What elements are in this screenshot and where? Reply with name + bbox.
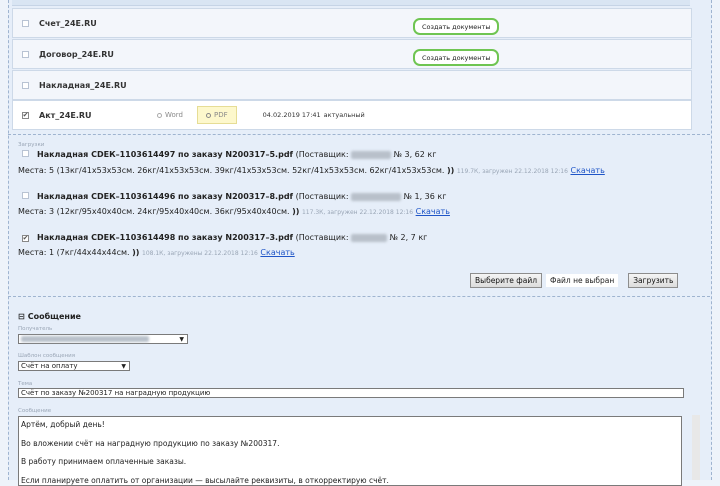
textarea-scrollbar[interactable] <box>692 415 700 480</box>
choose-file-button[interactable]: Выберите файл <box>470 273 542 288</box>
upload-item: Накладная СDЕК–1103614497 по заказу N200… <box>18 150 436 159</box>
upload-supplier: (Поставщик: <box>295 150 349 159</box>
upload-supplier: (Поставщик: <box>295 233 349 242</box>
blurred-supplier <box>351 150 392 159</box>
format-word-radio[interactable]: Word <box>157 111 183 119</box>
upload-item: ✔ Накладная СDЕК–1103614498 по заказу N20… <box>18 233 427 242</box>
dropdown-arrow-icon: ▼ <box>121 363 126 370</box>
radio-dot-icon <box>206 112 211 118</box>
doc-checkbox[interactable] <box>22 50 29 58</box>
template-label: Шаблон сообщения <box>18 353 76 359</box>
message-title: Сообщение <box>27 312 81 321</box>
doc-date: 04.02.2019 17:41 <box>262 111 321 119</box>
upload-item: Накладная СDЕК–1103614496 по заказу N200… <box>18 192 446 201</box>
upload-places: Места: 3 (12кг/95х40х40см. 24кг/95х40х40… <box>18 207 450 216</box>
upload-checkbox[interactable] <box>22 192 29 199</box>
template-select[interactable]: Счёт на оплату ▼ <box>18 361 130 371</box>
radio-dot-icon <box>157 112 162 118</box>
doc-row-invoice: Счет_24Е.RU Создать документы <box>12 8 692 38</box>
upload-weight: № 3, 62 кг <box>393 150 437 159</box>
upload-places: Места: 5 (13кг/41х53х53см. 26кг/41х53х53… <box>18 166 605 175</box>
download-link[interactable]: Скачать <box>570 166 604 175</box>
body-label: Сообщение <box>18 408 52 414</box>
upload-supplier: (Поставщик: <box>295 192 349 201</box>
doc-name: Акт_24Е.RU <box>39 110 92 120</box>
doc-row-act: ✔ Акт_24Е.RU Word PDF 04.02.2019 17:41 а… <box>12 100 692 130</box>
upload-checkbox-checked[interactable]: ✔ <box>22 235 29 242</box>
top-bar <box>12 0 690 6</box>
upload-button[interactable]: Загрузить <box>628 273 679 288</box>
upload-title: Накладная СDЕК–1103614497 по заказу N200… <box>37 150 294 159</box>
body-line: В работу принимаем оплаченные заказы. <box>21 457 187 466</box>
body-line: Если планируете оплатить от организации … <box>21 475 389 485</box>
doc-name: Счет_24Е.RU <box>39 18 97 28</box>
divider <box>8 296 710 297</box>
subject-input[interactable]: Счёт по заказу №200317 на наградную прод… <box>18 388 684 398</box>
upload-places: Места: 1 (7кг/44х44х44см. )) 108.1К, заг… <box>18 248 295 257</box>
download-link[interactable]: Скачать <box>416 207 450 216</box>
upload-weight: № 2, 7 кг <box>389 233 428 242</box>
dropdown-arrow-icon: ▼ <box>179 336 184 343</box>
doc-name: Договор_24Е.RU <box>39 49 114 59</box>
upload-weight: № 1, 36 кг <box>403 192 447 201</box>
doc-status: актуальный <box>323 111 365 119</box>
recipient-label: Получатель <box>18 326 53 332</box>
collapse-icon: ⊟ <box>18 312 25 321</box>
doc-row-waybill: Накладная_24Е.RU <box>12 70 692 100</box>
no-file-label: Файл не выбран <box>546 274 619 287</box>
create-documents-button[interactable]: Создать документы <box>413 18 500 35</box>
create-documents-button[interactable]: Создать документы <box>413 49 500 66</box>
format-pdf-radio[interactable]: PDF <box>197 106 237 124</box>
message-section-header[interactable]: ⊟ Сообщение <box>18 312 81 321</box>
download-link[interactable]: Скачать <box>260 248 294 257</box>
doc-name: Накладная_24Е.RU <box>39 80 127 90</box>
upload-title: Накладная СDЕК–1103614498 по заказу N200… <box>37 233 294 242</box>
doc-checkbox-checked[interactable]: ✔ <box>22 111 29 119</box>
upload-title: Накладная СDЕК–1103614496 по заказу N200… <box>37 192 294 201</box>
divider <box>8 134 710 135</box>
doc-checkbox[interactable] <box>22 81 29 89</box>
doc-checkbox[interactable] <box>22 19 29 27</box>
file-upload: Выберите файл Файл не выбран Загрузить <box>470 273 679 288</box>
blurred-recipient <box>21 336 149 342</box>
body-line: Во вложении счёт на наградную продукцию … <box>21 438 280 448</box>
uploads-label: Загрузки <box>18 142 45 148</box>
upload-checkbox[interactable] <box>22 150 29 157</box>
subject-label: Тема <box>18 381 33 387</box>
body-line: Артём, добрый день! <box>21 420 105 429</box>
blurred-supplier <box>351 192 402 201</box>
recipient-select[interactable]: ▼ <box>18 334 188 344</box>
message-body-textarea[interactable]: Артём, добрый день! Во вложении счёт на … <box>18 416 682 486</box>
blurred-supplier <box>351 233 388 242</box>
doc-row-contract: Договор_24Е.RU Создать документы <box>12 39 692 69</box>
